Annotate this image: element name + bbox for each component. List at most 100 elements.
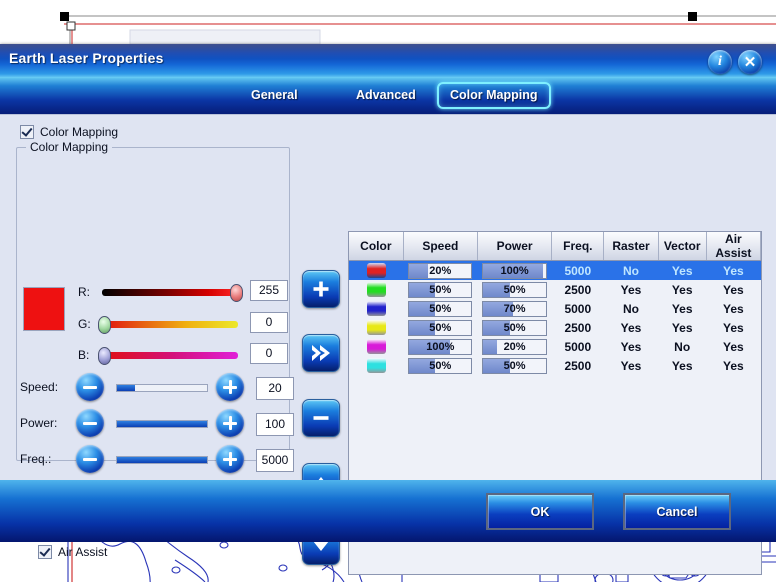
column-header-power[interactable]: Power (477, 232, 553, 261)
table-row[interactable]: 50% 50% 2500 Yes Yes Yes (349, 280, 761, 299)
color-mapping-enable-checkbox[interactable]: Color Mapping (20, 125, 118, 139)
cell-vector[interactable]: Yes (658, 356, 706, 375)
cell-raster[interactable]: Yes (604, 318, 658, 337)
cell-raster[interactable]: Yes (604, 337, 658, 356)
frequency-value-field[interactable]: 5000 (256, 449, 294, 472)
cell-raster[interactable]: No (604, 299, 658, 318)
cell-freq[interactable]: 2500 (552, 280, 604, 299)
red-slider-track[interactable] (102, 289, 238, 296)
frequency-slider-track[interactable] (116, 456, 208, 464)
cell-color[interactable] (349, 299, 403, 318)
progress-bar-label: 50% (503, 283, 526, 296)
red-value-field[interactable]: 255 (250, 280, 288, 301)
cell-color[interactable] (349, 280, 403, 299)
cell-power[interactable]: 50% (477, 356, 551, 375)
cell-color[interactable] (349, 260, 404, 280)
cell-vector[interactable]: Yes (658, 260, 707, 280)
tab-color-mapping[interactable]: Color Mapping (437, 82, 551, 109)
cell-air-assist[interactable]: Yes (706, 260, 761, 280)
checkbox-box (38, 545, 52, 559)
cell-speed[interactable]: 50% (403, 318, 477, 337)
progress-bar-label: 50% (429, 321, 452, 334)
power-slider-track[interactable] (116, 420, 208, 428)
close-icon[interactable]: ✕ (738, 50, 762, 74)
progress-bar: 50% (408, 319, 473, 336)
add-button[interactable] (302, 270, 340, 308)
table-row[interactable]: 100% 20% 5000 Yes No Yes (349, 337, 761, 356)
cell-color[interactable] (349, 337, 403, 356)
table-row[interactable]: 50% 70% 5000 No Yes Yes (349, 299, 761, 318)
cell-speed[interactable]: 50% (403, 299, 477, 318)
groupbox-title: Color Mapping (26, 140, 113, 154)
cell-raster[interactable]: Yes (604, 280, 658, 299)
blue-slider-track[interactable] (102, 352, 238, 359)
column-header-speed[interactable]: Speed (403, 232, 478, 261)
speed-value-field[interactable]: 20 (256, 377, 294, 400)
frequency-decrement-button[interactable] (76, 445, 104, 473)
cell-air-assist[interactable]: Yes (706, 280, 760, 299)
column-header-air-assist[interactable]: Air Assist (706, 232, 761, 261)
air-assist-checkbox[interactable]: Air Assist (38, 545, 107, 559)
table-row[interactable]: 20% 100% 5000 No Yes Yes (349, 260, 761, 280)
cell-speed[interactable]: 100% (403, 337, 477, 356)
power-increment-button[interactable] (216, 409, 244, 437)
speed-decrement-button[interactable] (76, 373, 104, 401)
ok-button[interactable]: OK (486, 493, 594, 530)
green-slider-knob[interactable] (98, 316, 111, 334)
blue-label: B: (78, 348, 90, 362)
info-icon[interactable]: i (708, 50, 732, 74)
cell-vector[interactable]: Yes (658, 318, 706, 337)
green-slider-track[interactable] (102, 321, 238, 328)
cell-vector[interactable]: Yes (658, 280, 706, 299)
color-mapping-enable-label: Color Mapping (40, 125, 119, 139)
remove-button[interactable] (302, 399, 340, 437)
cell-vector[interactable]: No (658, 337, 706, 356)
progress-bar: 50% (482, 319, 547, 336)
power-value-field[interactable]: 100 (256, 413, 294, 436)
cell-freq[interactable]: 2500 (552, 356, 604, 375)
cell-power[interactable]: 100% (477, 260, 552, 280)
cell-air-assist[interactable]: Yes (706, 337, 760, 356)
color-preview-swatch[interactable] (23, 287, 65, 331)
table-row[interactable]: 50% 50% 2500 Yes Yes Yes (349, 318, 761, 337)
cell-freq[interactable]: 5000 (552, 337, 604, 356)
blue-value-field[interactable]: 0 (250, 343, 288, 364)
tab-advanced[interactable]: Advanced (345, 82, 427, 109)
cell-freq[interactable]: 5000 (551, 260, 604, 280)
cell-air-assist[interactable]: Yes (706, 318, 760, 337)
cell-raster[interactable]: No (603, 260, 659, 280)
column-header-vector[interactable]: Vector (658, 232, 707, 261)
table-row[interactable]: 50% 50% 2500 Yes Yes Yes (349, 356, 761, 375)
progress-bar-label: 50% (503, 321, 526, 334)
red-slider-knob[interactable] (230, 284, 243, 302)
cell-vector[interactable]: Yes (658, 299, 706, 318)
tab-general[interactable]: General (240, 82, 309, 109)
speed-slider-track[interactable] (116, 384, 208, 392)
cell-speed[interactable]: 20% (403, 260, 478, 280)
cell-color[interactable] (349, 318, 403, 337)
cell-color[interactable] (349, 356, 403, 375)
progress-bar: 50% (408, 281, 473, 298)
cell-speed[interactable]: 50% (403, 280, 477, 299)
power-decrement-button[interactable] (76, 409, 104, 437)
progress-bar-label: 50% (503, 359, 526, 372)
cell-speed[interactable]: 50% (403, 356, 477, 375)
column-header-freq[interactable]: Freq. (551, 232, 605, 261)
cell-freq[interactable]: 2500 (552, 318, 604, 337)
cell-power[interactable]: 50% (477, 318, 551, 337)
cell-freq[interactable]: 5000 (552, 299, 604, 318)
green-value-field[interactable]: 0 (250, 312, 288, 333)
column-header-color[interactable]: Color (349, 232, 404, 261)
speed-increment-button[interactable] (216, 373, 244, 401)
column-header-raster[interactable]: Raster (603, 232, 659, 261)
cell-power[interactable]: 50% (477, 280, 551, 299)
cell-air-assist[interactable]: Yes (706, 356, 760, 375)
frequency-increment-button[interactable] (216, 445, 244, 473)
cancel-button[interactable]: Cancel (623, 493, 731, 530)
cell-power[interactable]: 20% (477, 337, 551, 356)
cell-air-assist[interactable]: Yes (706, 299, 760, 318)
cell-power[interactable]: 70% (477, 299, 551, 318)
cell-raster[interactable]: Yes (604, 356, 658, 375)
apply-button[interactable] (302, 334, 340, 372)
blue-slider-knob[interactable] (98, 347, 111, 365)
